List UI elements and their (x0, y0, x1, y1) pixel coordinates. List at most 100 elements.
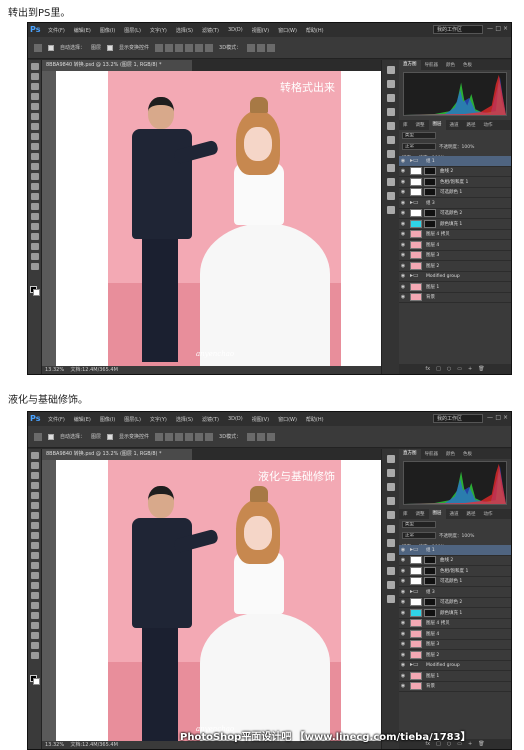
visibility-eye-icon[interactable]: ◉ (399, 179, 407, 185)
visibility-eye-icon[interactable]: ◉ (399, 210, 407, 216)
character-panel-icon[interactable] (386, 164, 395, 172)
history-brush-tool-icon[interactable] (30, 153, 39, 160)
visibility-eye-icon[interactable]: ◉ (399, 273, 407, 279)
mode-3d-icons[interactable] (247, 432, 276, 441)
history-panel-icon[interactable] (386, 66, 395, 74)
rotate-3d-icon[interactable] (247, 43, 256, 52)
workspace-select[interactable]: 我的工作区 (433, 25, 483, 34)
type-tool-icon[interactable] (30, 602, 39, 609)
layer-mask-thumbnail[interactable] (424, 219, 436, 228)
blur-tool-icon[interactable] (30, 183, 39, 190)
auto-select-checkbox[interactable] (48, 433, 54, 440)
visibility-eye-icon[interactable]: ◉ (399, 284, 407, 290)
shape-tool-icon[interactable] (30, 233, 39, 240)
tab-color[interactable]: 颜色 (442, 451, 459, 457)
opacity-field[interactable]: 不透明度：100% (439, 144, 474, 150)
align-center-icon[interactable] (195, 432, 204, 441)
pen-tool-icon[interactable] (30, 203, 39, 210)
close-icon[interactable]: × (503, 414, 508, 421)
clone-source-panel-icon[interactable] (386, 511, 395, 519)
fx-icon[interactable]: fx (425, 366, 430, 372)
visibility-eye-icon[interactable]: ◉ (399, 631, 407, 637)
visibility-eye-icon[interactable]: ◉ (399, 673, 407, 679)
menu-file[interactable]: 文件(F) (48, 416, 65, 423)
auto-select-value[interactable]: 图层 (91, 44, 101, 51)
menu-view[interactable]: 视图(V) (252, 27, 269, 34)
align-icons[interactable] (155, 432, 214, 441)
opacity-field[interactable]: 不透明度：100% (439, 533, 474, 539)
history-panel-icon[interactable] (386, 455, 395, 463)
info-panel-icon[interactable] (386, 192, 395, 200)
layer-row[interactable]: ◉ 背景 (399, 682, 511, 692)
path-select-tool-icon[interactable] (30, 612, 39, 619)
layer-row[interactable]: ◉ ▸▭ Modified group (399, 661, 511, 671)
layer-row[interactable]: ◉ 图层 4 拷贝 (399, 230, 511, 240)
zoom-tool-icon[interactable] (30, 642, 39, 649)
tab-layers[interactable]: 图层 (428, 120, 446, 130)
tab-actions[interactable]: 动作 (480, 122, 497, 128)
layer-row[interactable]: ◉ 颜色填充 1 (399, 608, 511, 619)
drag-3d-icon[interactable] (267, 43, 276, 52)
rotate-3d-icon[interactable] (247, 432, 256, 441)
layer-row[interactable]: ◉ ▸▭ 组 1 (399, 156, 511, 167)
brush-panel-icon[interactable] (386, 108, 395, 116)
tab-adjustments[interactable]: 调整 (412, 122, 429, 128)
properties-panel-icon[interactable] (386, 80, 395, 88)
layer-row[interactable]: ◉ ▸▭ 组 3 (399, 198, 511, 209)
menu-layer[interactable]: 图层(L) (124, 416, 141, 423)
document-tab[interactable]: 8BBA9840 转换.psd @ 13.2% (图层 1, RGB/8) * (42, 449, 192, 460)
tab-histogram[interactable]: 直方图 (399, 449, 421, 459)
eyedropper-tool-icon[interactable] (30, 113, 39, 120)
trash-icon[interactable]: 🗑 (478, 741, 484, 747)
align-top-icon[interactable] (155, 43, 164, 52)
auto-select-value[interactable]: 图层 (91, 433, 101, 440)
tab-paths[interactable]: 路径 (463, 511, 480, 517)
layer-row[interactable]: ◉ 色相/饱和度 1 (399, 566, 511, 577)
mode-3d-icons[interactable] (247, 43, 276, 52)
blend-mode-select[interactable]: 正常 (402, 532, 436, 539)
tab-histogram[interactable]: 直方图 (399, 60, 421, 70)
canvas-area[interactable]: 转格式出来 anyenchao (42, 71, 381, 366)
visibility-eye-icon[interactable]: ◉ (399, 263, 407, 269)
paragraph-panel-icon[interactable] (386, 150, 395, 158)
layer-kind-select[interactable]: 类型 (402, 521, 436, 528)
menu-image[interactable]: 图像(I) (100, 416, 115, 423)
layer-row[interactable]: ◉ 图层 3 (399, 251, 511, 261)
properties-panel-icon[interactable] (386, 469, 395, 477)
healing-brush-tool-icon[interactable] (30, 512, 39, 519)
new-group-icon[interactable]: ▭ (457, 366, 462, 372)
zoom-level[interactable]: 13.32% (45, 742, 64, 748)
visibility-eye-icon[interactable]: ◉ (399, 620, 407, 626)
canvas-document[interactable]: 转格式出来 anyenchao (56, 71, 381, 366)
align-right-icon[interactable] (205, 432, 214, 441)
align-bottom-icon[interactable] (175, 43, 184, 52)
clone-stamp-tool-icon[interactable] (30, 532, 39, 539)
drag-3d-icon[interactable] (267, 432, 276, 441)
tab-paths[interactable]: 路径 (463, 122, 480, 128)
menu-3d[interactable]: 3D(D) (228, 416, 243, 422)
document-tab[interactable]: 8BBA9840 转换.psd @ 13.2% (图层 1, RGB/8) * (42, 60, 192, 71)
shape-tool-icon[interactable] (30, 622, 39, 629)
layer-row[interactable]: ◉ 图层 2 (399, 261, 511, 272)
tab-color[interactable]: 颜色 (442, 62, 459, 68)
brush-panel-icon[interactable] (386, 497, 395, 505)
layer-row[interactable]: ◉ 图层 4 (399, 240, 511, 251)
align-left-icon[interactable] (185, 432, 194, 441)
more-tools-icon[interactable] (30, 263, 39, 270)
type-tool-icon[interactable] (30, 213, 39, 220)
layer-row[interactable]: ◉ 图层 4 (399, 629, 511, 640)
quick-select-tool-icon[interactable] (30, 93, 39, 100)
menu-edit[interactable]: 编辑(E) (74, 416, 91, 423)
tab-channels[interactable]: 通道 (446, 122, 463, 128)
hand-tool-icon[interactable] (30, 632, 39, 639)
zoom-tool-icon[interactable] (30, 253, 39, 260)
eyedropper-tool-icon[interactable] (30, 502, 39, 509)
layer-row[interactable]: ◉ ▸▭ Modified group (399, 272, 511, 282)
move-tool-icon[interactable] (30, 63, 39, 70)
layer-row[interactable]: ◉ 可选颜色 1 (399, 577, 511, 587)
menu-help[interactable]: 帮助(H) (306, 27, 324, 34)
visibility-eye-icon[interactable]: ◉ (399, 242, 407, 248)
adjustments-panel-icon[interactable] (386, 483, 395, 491)
history-brush-tool-icon[interactable] (30, 542, 39, 549)
layer-row[interactable]: ◉ ▸▭ 组 3 (399, 587, 511, 598)
